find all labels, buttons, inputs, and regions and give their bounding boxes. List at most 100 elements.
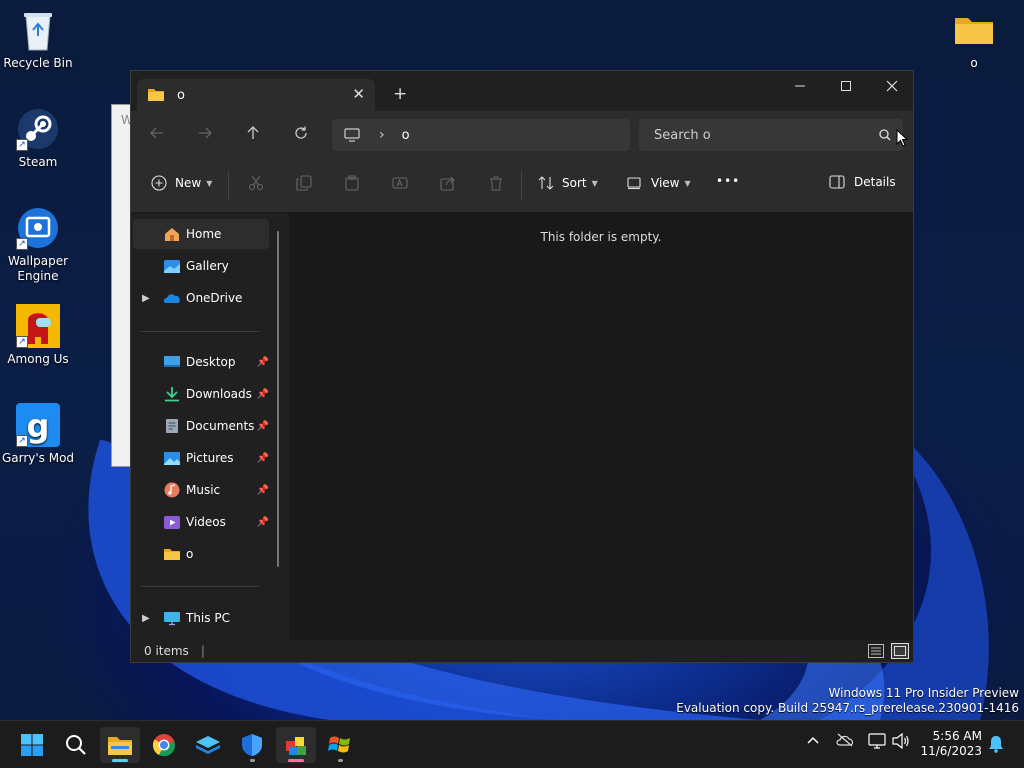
arrow-left-icon <box>150 127 163 139</box>
svg-text:g: g <box>27 407 50 445</box>
sidebar-item-label: Downloads <box>186 387 252 401</box>
desktop-icon-steam[interactable]: ↗ Steam <box>0 107 76 170</box>
network-button[interactable] <box>868 733 886 753</box>
taskbar-legacy-windows[interactable] <box>320 727 360 763</box>
sidebar-item-label: Desktop <box>186 355 236 369</box>
chevron-right-icon[interactable]: ▶ <box>142 613 150 624</box>
arrow-up-icon <box>247 126 259 139</box>
arrow-right-icon <box>199 127 212 139</box>
running-indicator <box>338 759 343 762</box>
tab-label: o <box>177 87 185 103</box>
taskbar-windows-security[interactable] <box>232 727 272 763</box>
taskbar-clock[interactable]: 5:56 AM 11/6/2023 <box>920 729 982 759</box>
tab-close-button[interactable]: ✕ <box>352 85 365 103</box>
back-button[interactable] <box>147 125 167 145</box>
file-list-area[interactable]: This folder is empty. <box>289 213 913 640</box>
bell-icon <box>989 736 1003 753</box>
taskbar-file-explorer[interactable] <box>100 727 140 763</box>
sidebar-item-this-pc[interactable]: ▶ This PC <box>133 603 269 633</box>
desktop-icon-label: o <box>970 56 978 70</box>
home-icon <box>165 228 179 241</box>
close-button[interactable] <box>869 71 915 101</box>
cut-button[interactable] <box>248 175 264 191</box>
more-options-button[interactable]: ••• <box>716 174 740 188</box>
show-hidden-icons-button[interactable] <box>806 733 820 751</box>
command-bar: New ▼ Sort ▼ View ▼ ••• Details <box>131 159 913 213</box>
view-button[interactable]: View ▼ <box>626 175 691 191</box>
rename-button[interactable] <box>392 175 408 191</box>
sort-button[interactable]: Sort ▼ <box>538 175 598 191</box>
search-input[interactable]: Search o <box>639 119 903 151</box>
sidebar-item-downloads[interactable]: Downloads 📌 <box>133 379 269 409</box>
start-button[interactable] <box>12 727 52 763</box>
forward-button[interactable] <box>195 125 215 145</box>
navigation-pane: Home Gallery ▶ OneDrive Desktop 📌 Downlo… <box>131 213 289 640</box>
up-button[interactable] <box>243 125 263 145</box>
details-view-icon[interactable] <box>868 644 884 658</box>
tab-o[interactable]: o ✕ <box>137 79 375 111</box>
folder-icon <box>952 8 996 52</box>
desktop-icon-label: Recycle Bin <box>3 56 73 70</box>
chevron-down-icon: ▼ <box>684 178 691 188</box>
minimize-button[interactable] <box>777 71 823 101</box>
maximize-button[interactable] <box>823 71 869 101</box>
sidebar-item-gallery[interactable]: Gallery <box>133 251 269 281</box>
onedrive-status-button[interactable] <box>836 733 854 751</box>
shortcut-arrow-icon: ↗ <box>16 336 28 348</box>
trash-icon <box>490 176 502 191</box>
sidebar-item-label: Pictures <box>186 451 234 465</box>
sidebar-item-desktop[interactable]: Desktop 📌 <box>133 347 269 377</box>
sidebar-item-pictures[interactable]: Pictures 📌 <box>133 443 269 473</box>
desktop-icon-label: Steam <box>18 155 58 169</box>
refresh-button[interactable] <box>291 125 311 145</box>
paste-button[interactable] <box>344 175 360 191</box>
navigation-bar: › o Search o <box>131 111 913 159</box>
copy-button[interactable] <box>296 175 312 191</box>
monitor-icon <box>344 128 360 142</box>
plus-circle-icon <box>151 175 167 191</box>
search-icon <box>879 129 891 141</box>
taskbar: 5:56 AM 11/6/2023 <box>0 720 1024 768</box>
desktop-icon-among-us[interactable]: ↗ Among Us <box>0 304 76 367</box>
sidebar-item-videos[interactable]: Videos 📌 <box>133 507 269 537</box>
large-icons-view-icon[interactable] <box>891 643 909 659</box>
sidebar-item-label: This PC <box>186 611 230 625</box>
sidebar-item-home[interactable]: Home <box>133 219 269 249</box>
desktop-icon-recycle-bin[interactable]: Recycle Bin <box>0 8 76 71</box>
sidebar-item-onedrive[interactable]: ▶ OneDrive <box>133 283 269 313</box>
item-count: 0 items <box>144 644 189 658</box>
blocks-app-icon <box>286 737 306 755</box>
sidebar-item-music[interactable]: Music 📌 <box>133 475 269 505</box>
desktop-icon-folder-o[interactable]: o <box>936 8 1012 71</box>
sidebar-item-folder-o[interactable]: o <box>133 539 269 569</box>
new-tab-button[interactable]: + <box>393 84 407 104</box>
details-pane-label: Details <box>854 175 896 189</box>
title-bar[interactable]: o ✕ + <box>131 71 913 111</box>
breadcrumb-folder[interactable]: o <box>402 128 410 143</box>
layers-app-icon <box>196 736 220 754</box>
desktop-icon-label: Garry's Mod <box>1 451 75 465</box>
taskbar-app-blocks[interactable] <box>276 727 316 763</box>
address-bar[interactable]: › o <box>332 119 630 151</box>
network-icon <box>868 733 886 749</box>
new-button[interactable]: New ▼ <box>151 175 212 191</box>
search-placeholder: Search o <box>654 127 711 143</box>
refresh-icon <box>295 126 307 139</box>
taskbar-app-layers[interactable] <box>188 727 228 763</box>
delete-button[interactable] <box>488 175 504 191</box>
navigation-pane-scrollbar[interactable] <box>277 231 279 567</box>
share-button[interactable] <box>440 175 456 191</box>
desktop-icon-label: Wallpaper Engine <box>7 254 69 283</box>
volume-button[interactable] <box>892 732 910 753</box>
search-button[interactable] <box>56 727 96 763</box>
chevron-right-icon[interactable]: ▶ <box>142 293 150 304</box>
desktop-icon-wallpaper-engine[interactable]: ↗ Wallpaper Engine <box>0 206 76 284</box>
sidebar-item-documents[interactable]: Documents 📌 <box>133 411 269 441</box>
notifications-button[interactable] <box>988 735 1004 757</box>
taskbar-chrome[interactable] <box>144 727 184 763</box>
desktop-icon-garrys-mod[interactable]: g ↗ Garry's Mod <box>0 403 76 466</box>
sidebar-item-label: Home <box>186 227 222 241</box>
status-divider: | <box>200 644 205 658</box>
details-pane-button[interactable]: Details <box>829 175 896 189</box>
close-icon <box>886 80 898 92</box>
